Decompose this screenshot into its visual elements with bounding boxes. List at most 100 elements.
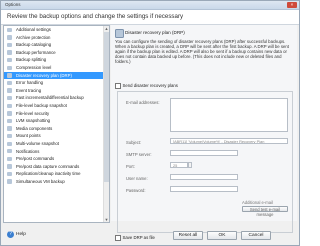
option-icon [7, 156, 12, 162]
password-field[interactable] [170, 186, 238, 192]
close-button[interactable]: × [287, 2, 297, 8]
ok-button[interactable]: OK [207, 231, 237, 240]
sidebar-item-label: Backup cataloging [16, 42, 52, 48]
sidebar-item-label: Event tracing [16, 87, 42, 93]
help-link[interactable]: Help [16, 232, 26, 237]
section-title: Disaster recovery plan (DRP) [125, 30, 185, 35]
option-icon [7, 42, 12, 48]
sidebar-item-label: Replication/cleanup inactivity time [16, 171, 81, 177]
sidebar-item[interactable]: Disaster recovery plan (DRP) [4, 71, 109, 80]
subject-field[interactable]: [ABR11] 'Volume/Volume%' - Disaster Reco… [170, 138, 288, 144]
scrollbar-thumb[interactable] [104, 32, 109, 182]
email-field[interactable] [170, 98, 288, 132]
port-field[interactable]: 25 [170, 162, 188, 168]
title-bar: Options × [1, 1, 299, 10]
sidebar-item[interactable]: Notifications [4, 148, 109, 156]
option-icon [7, 88, 12, 93]
send-drp-option[interactable]: Send disaster recovery plans [115, 83, 178, 89]
sidebar-item[interactable]: Simultaneous VM backup [4, 178, 109, 186]
option-icon [7, 80, 12, 86]
option-icon [7, 133, 12, 139]
sidebar-list: Additional settings Archive protection Bac… [4, 26, 109, 185]
sidebar-item-label: Backup splitting [16, 57, 47, 63]
option-icon [7, 65, 12, 70]
reset-all-button[interactable]: Reset all [173, 231, 203, 240]
header-message: Review the backup options and change the… [7, 13, 184, 20]
sidebar-item[interactable]: Multi-volume snapshot [4, 140, 109, 148]
sidebar-item[interactable]: Pre/post data capture commands [4, 163, 109, 171]
section-description: You can configure the sending of disaste… [115, 39, 289, 64]
drp-panel: Disaster recovery plan (DRP) You can con… [111, 25, 297, 241]
sidebar-item-label: Pre/post commands [16, 156, 55, 162]
option-icon [7, 111, 12, 116]
option-icon [7, 171, 12, 177]
sidebar-item[interactable]: File-level security [4, 110, 109, 118]
option-icon [7, 95, 12, 101]
option-icon [7, 118, 12, 124]
option-icon [7, 126, 12, 131]
sidebar-item[interactable]: Fast incremental/differential backup [4, 94, 109, 102]
scroll-down-icon[interactable]: ▼ [104, 217, 109, 222]
send-drp-checkbox[interactable] [115, 83, 121, 89]
sidebar-scrollbar[interactable]: ▲ ▼ [103, 26, 109, 222]
send-drp-label: Send disaster recovery plans [122, 83, 178, 88]
sidebar-item[interactable]: Additional settings [4, 26, 109, 34]
sidebar-item-label: Additional settings [16, 27, 51, 32]
sidebar-item-label: Compression level [16, 64, 52, 70]
sidebar-item[interactable]: Compression level [4, 64, 109, 72]
sidebar-item-label: Archive protection [16, 34, 51, 40]
sidebar-item[interactable]: Error handling [4, 79, 109, 87]
sidebar-item-label: Fast incremental/differential backup [16, 95, 84, 101]
sidebar-item[interactable]: Backup performance [4, 49, 109, 57]
sidebar-item-label: File-level backup snapshot [16, 102, 67, 108]
username-field[interactable] [170, 174, 238, 180]
subject-label: Subject: [126, 140, 142, 145]
sidebar-item-label: Mount points [16, 133, 41, 139]
username-label: User name: [126, 176, 148, 181]
sidebar-item[interactable]: Pre/post commands [4, 155, 109, 163]
drp-icon [115, 29, 124, 38]
sidebar-item[interactable]: Mount points [4, 132, 109, 140]
sidebar-item[interactable]: Backup cataloging [4, 41, 109, 49]
options-sidebar: Additional settings Archive protection Bac… [3, 25, 110, 223]
sidebar-item-label: Notifications [16, 148, 40, 154]
option-icon [7, 103, 12, 108]
sidebar-item-label: Media components [16, 125, 53, 131]
sidebar-item-label: Simultaneous VM backup [16, 178, 65, 184]
sidebar-item[interactable]: LVM snapshotting [4, 117, 109, 125]
sidebar-item-label: LVM snapshotting [16, 118, 51, 124]
sidebar-item-label: Error handling [16, 80, 43, 86]
sidebar-item[interactable]: Media components [4, 125, 109, 133]
option-icon [7, 179, 12, 184]
sidebar-item[interactable]: Event tracing [4, 87, 109, 95]
smtp-label: SMTP server: [126, 152, 152, 157]
options-dialog: Options × Review the backup options and … [0, 0, 300, 246]
sidebar-item-label: Multi-volume snapshot [16, 140, 59, 146]
email-label: E-mail addresses: [126, 100, 160, 105]
option-icon [7, 57, 12, 63]
send-test-email-button[interactable]: Send test e-mail message [242, 206, 288, 217]
sidebar-item-label: Pre/post data capture commands [16, 163, 80, 169]
sidebar-item[interactable]: Replication/cleanup inactivity time [4, 170, 109, 178]
header-banner: Review the backup options and change the… [1, 10, 299, 25]
help-icon[interactable]: ? [7, 231, 14, 238]
sidebar-item-label: Disaster recovery plan (DRP) [16, 72, 72, 78]
port-stepper[interactable] [188, 162, 192, 168]
option-icon [7, 35, 12, 40]
option-icon [7, 27, 12, 32]
smtp-server-field[interactable] [170, 150, 238, 156]
sidebar-item[interactable]: File-level backup snapshot [4, 102, 109, 110]
cancel-button[interactable]: Cancel [241, 231, 271, 240]
port-label: Port: [126, 164, 135, 169]
drp-settings-group: E-mail addresses: Subject: [ABR11] 'Volu… [117, 91, 293, 233]
scroll-up-icon[interactable]: ▲ [104, 26, 109, 31]
option-icon [7, 164, 12, 169]
sidebar-item[interactable]: Archive protection [4, 34, 109, 42]
password-label: Password: [126, 188, 146, 193]
sidebar-item-label: File-level security [16, 110, 50, 116]
option-icon [7, 149, 12, 154]
dialog-footer: ? Help Reset all OK Cancel [1, 223, 299, 245]
option-icon [7, 141, 12, 146]
sidebar-item-label: Backup performance [16, 49, 56, 55]
sidebar-item[interactable]: Backup splitting [4, 56, 109, 64]
